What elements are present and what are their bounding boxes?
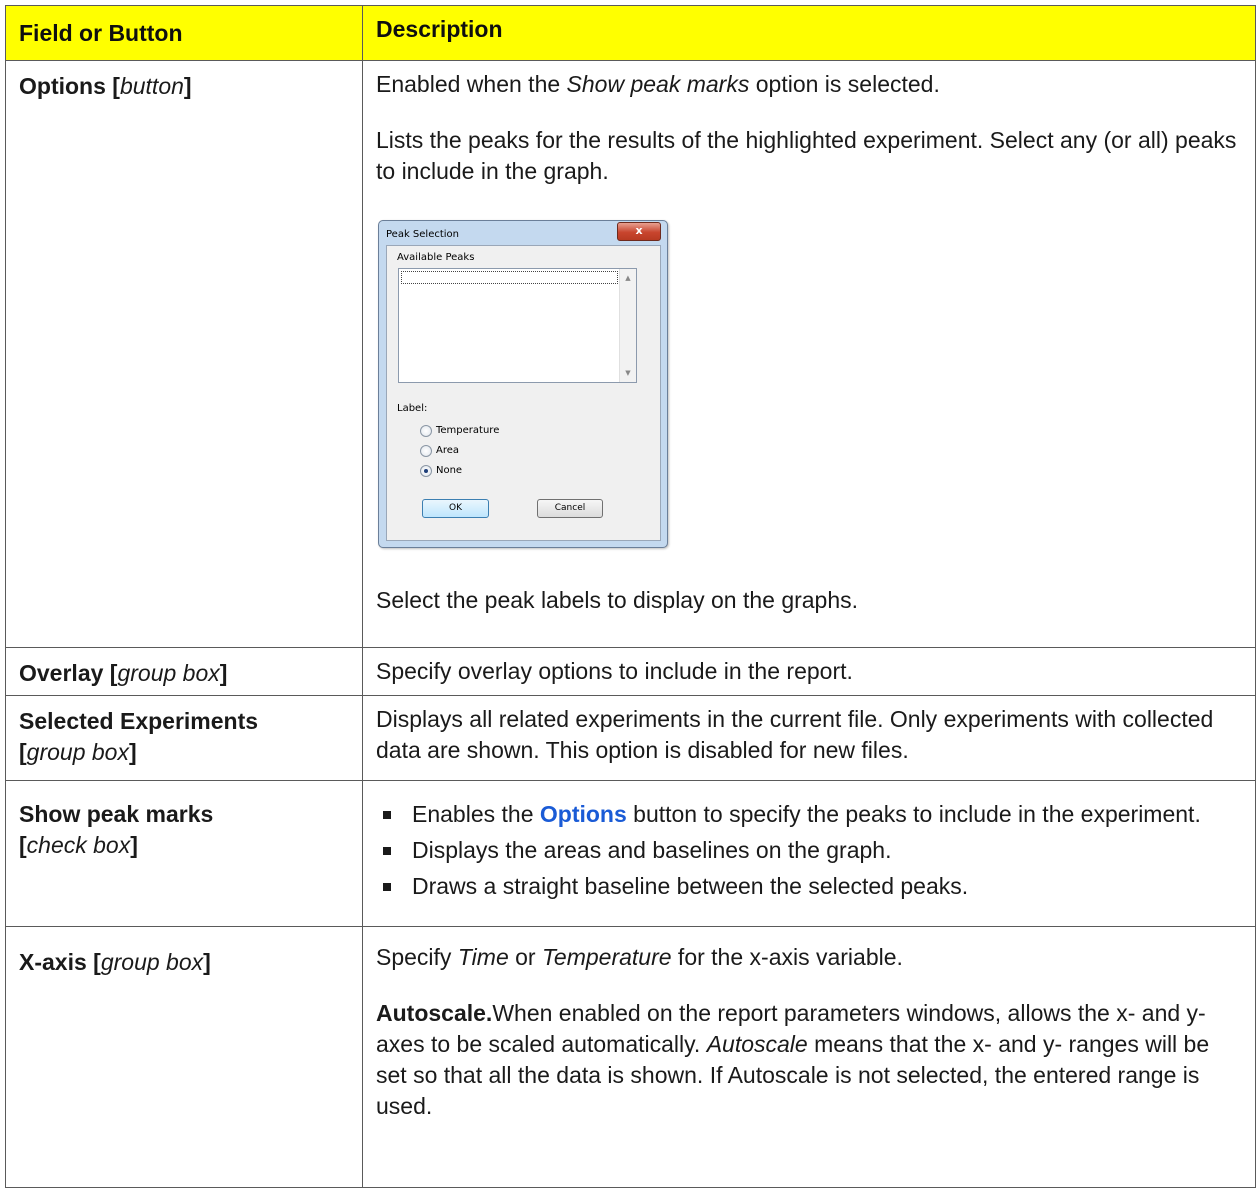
field-name: Selected Experiments	[19, 708, 259, 734]
field-type: group box	[100, 949, 204, 975]
close-icon[interactable]: x	[617, 222, 661, 241]
table-header-row: Field or Button Description	[5, 5, 1256, 61]
field-name: Show peak marks	[19, 801, 214, 827]
field-cell-x-axis: X-axis [group box]	[5, 926, 363, 1188]
list-item[interactable]	[401, 271, 618, 284]
header-field: Field or Button	[5, 5, 363, 61]
field-cell-options: Options [button]	[5, 60, 363, 648]
description-cell-options: Enabled when the Show peak marks option …	[362, 60, 1256, 648]
description-cell-show-peak-marks: Enables the Options button to specify th…	[362, 780, 1256, 927]
temperature-radio-label: Temperature	[436, 425, 500, 436]
autoscale-label: Autoscale.	[376, 1000, 493, 1026]
none-radio[interactable]	[420, 465, 432, 477]
cancel-button[interactable]: Cancel	[537, 499, 603, 518]
scroll-up-arrow-icon[interactable]: ▲	[620, 272, 636, 284]
description-text: Displays all related experiments in the …	[376, 706, 1214, 763]
description-cell-selected-experiments: Displays all related experiments in the …	[362, 695, 1256, 781]
field-name: Overlay	[19, 660, 104, 686]
options-link[interactable]: Options	[540, 801, 627, 827]
autoscale-description: Autoscale.When enabled on the report par…	[376, 1000, 1210, 1119]
list-item: Enables the Options button to specify th…	[376, 799, 1245, 830]
field-type: group box	[117, 660, 220, 686]
area-radio[interactable]	[420, 445, 432, 457]
field-type: check box	[26, 832, 131, 858]
ok-button[interactable]: OK	[422, 499, 489, 518]
field-type: group box	[26, 739, 129, 765]
area-radio-label: Area	[436, 445, 460, 456]
none-radio-label: None	[436, 465, 463, 476]
description-text: Lists the peaks for the results of the h…	[376, 127, 1237, 184]
dialog-title: Peak Selection	[386, 229, 460, 240]
list-item: Draws a straight baseline between the se…	[376, 871, 1245, 902]
field-name: X-axis	[19, 949, 87, 975]
table-row: Selected Experiments [group box] Displays…	[5, 695, 1256, 781]
temperature-radio[interactable]	[420, 425, 432, 437]
table-row: Options [button] Enabled when the Show p…	[5, 60, 1256, 648]
field-name: Options	[19, 73, 106, 99]
scroll-down-arrow-icon[interactable]: ▼	[620, 367, 636, 379]
table-row: Overlay [group box] Specify overlay opti…	[5, 647, 1256, 696]
description-text: Enabled when the Show peak marks option …	[376, 71, 940, 97]
description-cell-overlay: Specify overlay options to include in th…	[362, 647, 1256, 696]
available-peaks-list[interactable]: ▲ ▼	[398, 268, 637, 383]
peak-selection-dialog: Peak Selection x Available Peaks ▲ ▼ Lab…	[378, 220, 668, 548]
description-text: Specify Time or Temperature for the x-ax…	[376, 944, 903, 970]
description-text: Specify overlay options to include in th…	[376, 658, 853, 684]
table-row: X-axis [group box] Specify Time or Tempe…	[5, 926, 1256, 1188]
description-text: Select the peak labels to display on the…	[376, 587, 859, 613]
field-cell-show-peak-marks: Show peak marks [check box]	[5, 780, 363, 927]
field-cell-overlay: Overlay [group box]	[5, 647, 363, 696]
field-cell-selected-experiments: Selected Experiments [group box]	[5, 695, 363, 781]
header-description: Description	[362, 5, 1256, 61]
list-scrollbar[interactable]: ▲ ▼	[619, 269, 636, 382]
label-caption: Label:	[397, 403, 428, 414]
field-type: button	[119, 73, 184, 99]
dialog-body: Available Peaks ▲ ▼ Label: Temperature A…	[386, 245, 661, 541]
description-cell-x-axis: Specify Time or Temperature for the x-ax…	[362, 926, 1256, 1188]
list-item: Displays the areas and baselines on the …	[376, 835, 1245, 866]
field-description-table: Field or Button Description Options [but…	[5, 5, 1256, 1188]
available-peaks-label: Available Peaks	[397, 252, 475, 263]
bullet-list: Enables the Options button to specify th…	[376, 799, 1245, 902]
table-row: Show peak marks [check box] Enables the O…	[5, 780, 1256, 927]
